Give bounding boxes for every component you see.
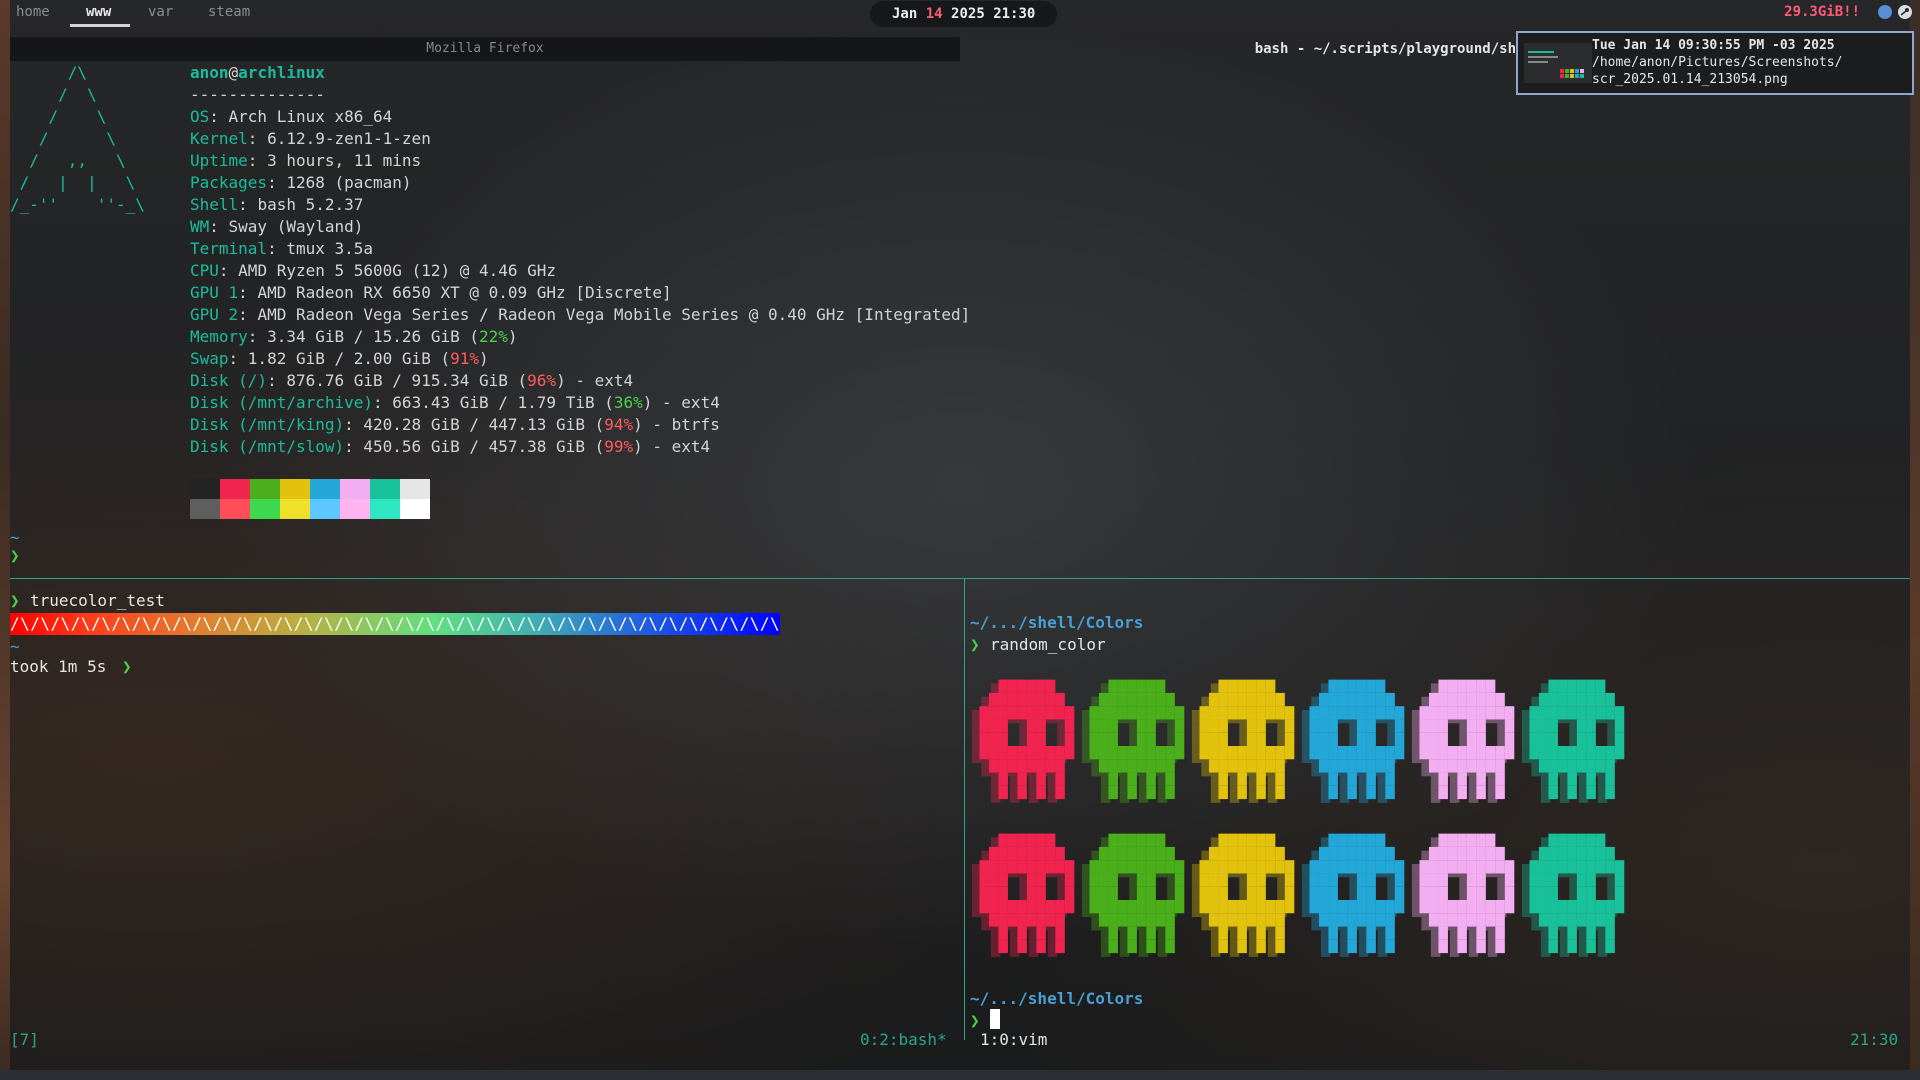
pane-divider-vertical[interactable] [964, 578, 965, 1040]
bright-swatch-5 [340, 499, 370, 519]
right-path: ~/.../shell/Colors [970, 613, 1144, 632]
tmux-window-bash[interactable]: 0:2:bash* [860, 1030, 947, 1049]
pane-divider-horizontal[interactable] [10, 578, 1910, 579]
screenshot-thumbnail [1524, 43, 1592, 83]
truecolor-gradient-bar: /\/\/\/\/\/\/\/\/\/\/\/\/\/\/\/\/\/\/\/\… [10, 613, 780, 635]
skull-1-5 [1520, 830, 1625, 970]
bright-swatch-7 [400, 499, 430, 519]
disk-root-line: Disk (/): 876.76 GiB / 915.34 GiB (96%) … [190, 371, 634, 390]
skull-1-0 [970, 830, 1075, 970]
clock-month: Jan [892, 6, 918, 22]
network-icon[interactable] [1878, 5, 1892, 19]
shell-line: Shell: bash 5.2.37 [190, 195, 364, 214]
palette-bright-row [190, 499, 430, 519]
clock-day: 14 [925, 6, 943, 22]
dark-swatch-1 [220, 479, 250, 499]
wallpaper-edge-right [1910, 0, 1920, 1080]
terminal-cursor [990, 1009, 1000, 1029]
workspace-home[interactable]: home [16, 4, 50, 20]
left-prompt-tilde: ~ [10, 637, 20, 656]
os-line: OS: Arch Linux x86_64 [190, 107, 393, 126]
skull-0-1 [1080, 676, 1185, 816]
right-prompt-chevron: ❯ [970, 635, 980, 654]
wm-line: WM: Sway (Wayland) [190, 217, 364, 236]
random-color-command: random_color [990, 635, 1106, 654]
disk-slow-line: Disk (/mnt/slow): 450.56 GiB / 457.38 Gi… [190, 437, 711, 456]
skull-0-5 [1520, 676, 1625, 816]
skull-0-4 [1410, 676, 1515, 816]
arch-logo-ascii: /\ / \ / \ / \ / ,, \ / | | \ /_-'' ''-_… [10, 63, 145, 214]
bright-swatch-6 [370, 499, 400, 519]
firefox-window-title[interactable]: Mozilla Firefox [10, 37, 960, 61]
workspace-var[interactable]: var [148, 4, 173, 20]
took-time: took 1m 5s [10, 657, 107, 676]
screenshot-notification[interactable]: Tue Jan 14 09:30:55 PM -03 2025 /home/an… [1516, 31, 1914, 95]
clock[interactable]: Jan 14 2025 21:30 [870, 1, 1058, 27]
gpu2-line: GPU 2: AMD Radeon Vega Series / Radeon V… [190, 305, 971, 324]
bright-swatch-0 [190, 499, 220, 519]
skull-0-2 [1190, 676, 1295, 816]
dark-swatch-6 [370, 479, 400, 499]
gpu1-line: GPU 1: AMD Radeon RX 6650 XT @ 0.09 GHz … [190, 283, 672, 302]
dark-swatch-7 [400, 479, 430, 499]
packages-line: Packages: 1268 (pacman) [190, 173, 412, 192]
wallpaper-edge-left [0, 0, 10, 1080]
memory-warning: 29.3GiB!! [1784, 4, 1860, 20]
prompt-chevron: ❯ [10, 546, 20, 565]
skull-0-0 [970, 676, 1075, 816]
bottom-edge [0, 1070, 1920, 1080]
workspace-steam[interactable]: steam [208, 4, 250, 20]
bright-swatch-3 [280, 499, 310, 519]
dark-swatch-4 [310, 479, 340, 499]
separator-line: -------------- [190, 85, 325, 104]
terminal-window-title[interactable]: bash - ~/.scripts/playground/sh [962, 37, 1522, 61]
dark-swatch-0 [190, 479, 220, 499]
terminal-line: Terminal: tmux 3.5a [190, 239, 374, 258]
clock-year: 2025 [951, 6, 985, 22]
prompt-tilde: ~ [10, 528, 20, 547]
bright-swatch-4 [310, 499, 340, 519]
tmux-window-vim[interactable]: 1:0:vim [980, 1030, 1047, 1049]
right-prompt-chevron-2: ❯ [970, 1011, 980, 1030]
bright-swatch-1 [220, 499, 250, 519]
notification-path: /home/anon/Pictures/Screenshots/ [1592, 55, 1843, 70]
palette-dark-row [190, 479, 430, 499]
cpu-line: CPU: AMD Ryzen 5 5600G (12) @ 4.46 GHz [190, 261, 557, 280]
notification-filename: scr_2025.01.14_213054.png [1592, 72, 1788, 87]
truecolor-command: truecolor_test [30, 591, 165, 610]
disk-king-line: Disk (/mnt/king): 420.28 GiB / 447.13 Gi… [190, 415, 720, 434]
memory-line: Memory: 3.34 GiB / 15.26 GiB (22%) [190, 327, 518, 346]
skull-0-3 [1300, 676, 1405, 816]
left-prompt-chevron-2: ❯ [122, 657, 132, 676]
tmux-statusline: [7] 0:2:bash* 1:0:vim 21:30 [0, 1030, 1920, 1054]
dark-swatch-3 [280, 479, 310, 499]
active-workspace-indicator [70, 24, 130, 27]
color-palette [190, 479, 430, 519]
right-path-2: ~/.../shell/Colors [970, 989, 1144, 1008]
left-prompt-chevron: ❯ [10, 591, 20, 610]
skull-1-3 [1300, 830, 1405, 970]
bright-swatch-2 [250, 499, 280, 519]
kernel-line: Kernel: 6.12.9-zen1-1-zen [190, 129, 431, 148]
uptime-line: Uptime: 3 hours, 11 mins [190, 151, 422, 170]
steam-icon[interactable] [1898, 5, 1912, 19]
workspace-www[interactable]: www [86, 4, 111, 20]
tmux-clock: 21:30 [1850, 1030, 1899, 1049]
dark-swatch-5 [340, 479, 370, 499]
skull-1-4 [1410, 830, 1515, 970]
user-host-line: anon@archlinux [190, 63, 325, 82]
swap-line: Swap: 1.82 GiB / 2.00 GiB (91%) [190, 349, 489, 368]
skull-1-1 [1080, 830, 1185, 970]
notification-title: Tue Jan 14 09:30:55 PM -03 2025 [1592, 38, 1835, 53]
fastfetch-info: anon@archlinux -------------- OS: Arch L… [190, 62, 970, 458]
disk-archive-line: Disk (/mnt/archive): 663.43 GiB / 1.79 T… [190, 393, 720, 412]
tmux-session[interactable]: [7] [10, 1030, 39, 1049]
dark-swatch-2 [250, 479, 280, 499]
skull-1-2 [1190, 830, 1295, 970]
clock-time: 21:30 [993, 6, 1036, 22]
top-bar: home www var steam Jan 14 2025 21:30 29.… [0, 0, 1920, 28]
